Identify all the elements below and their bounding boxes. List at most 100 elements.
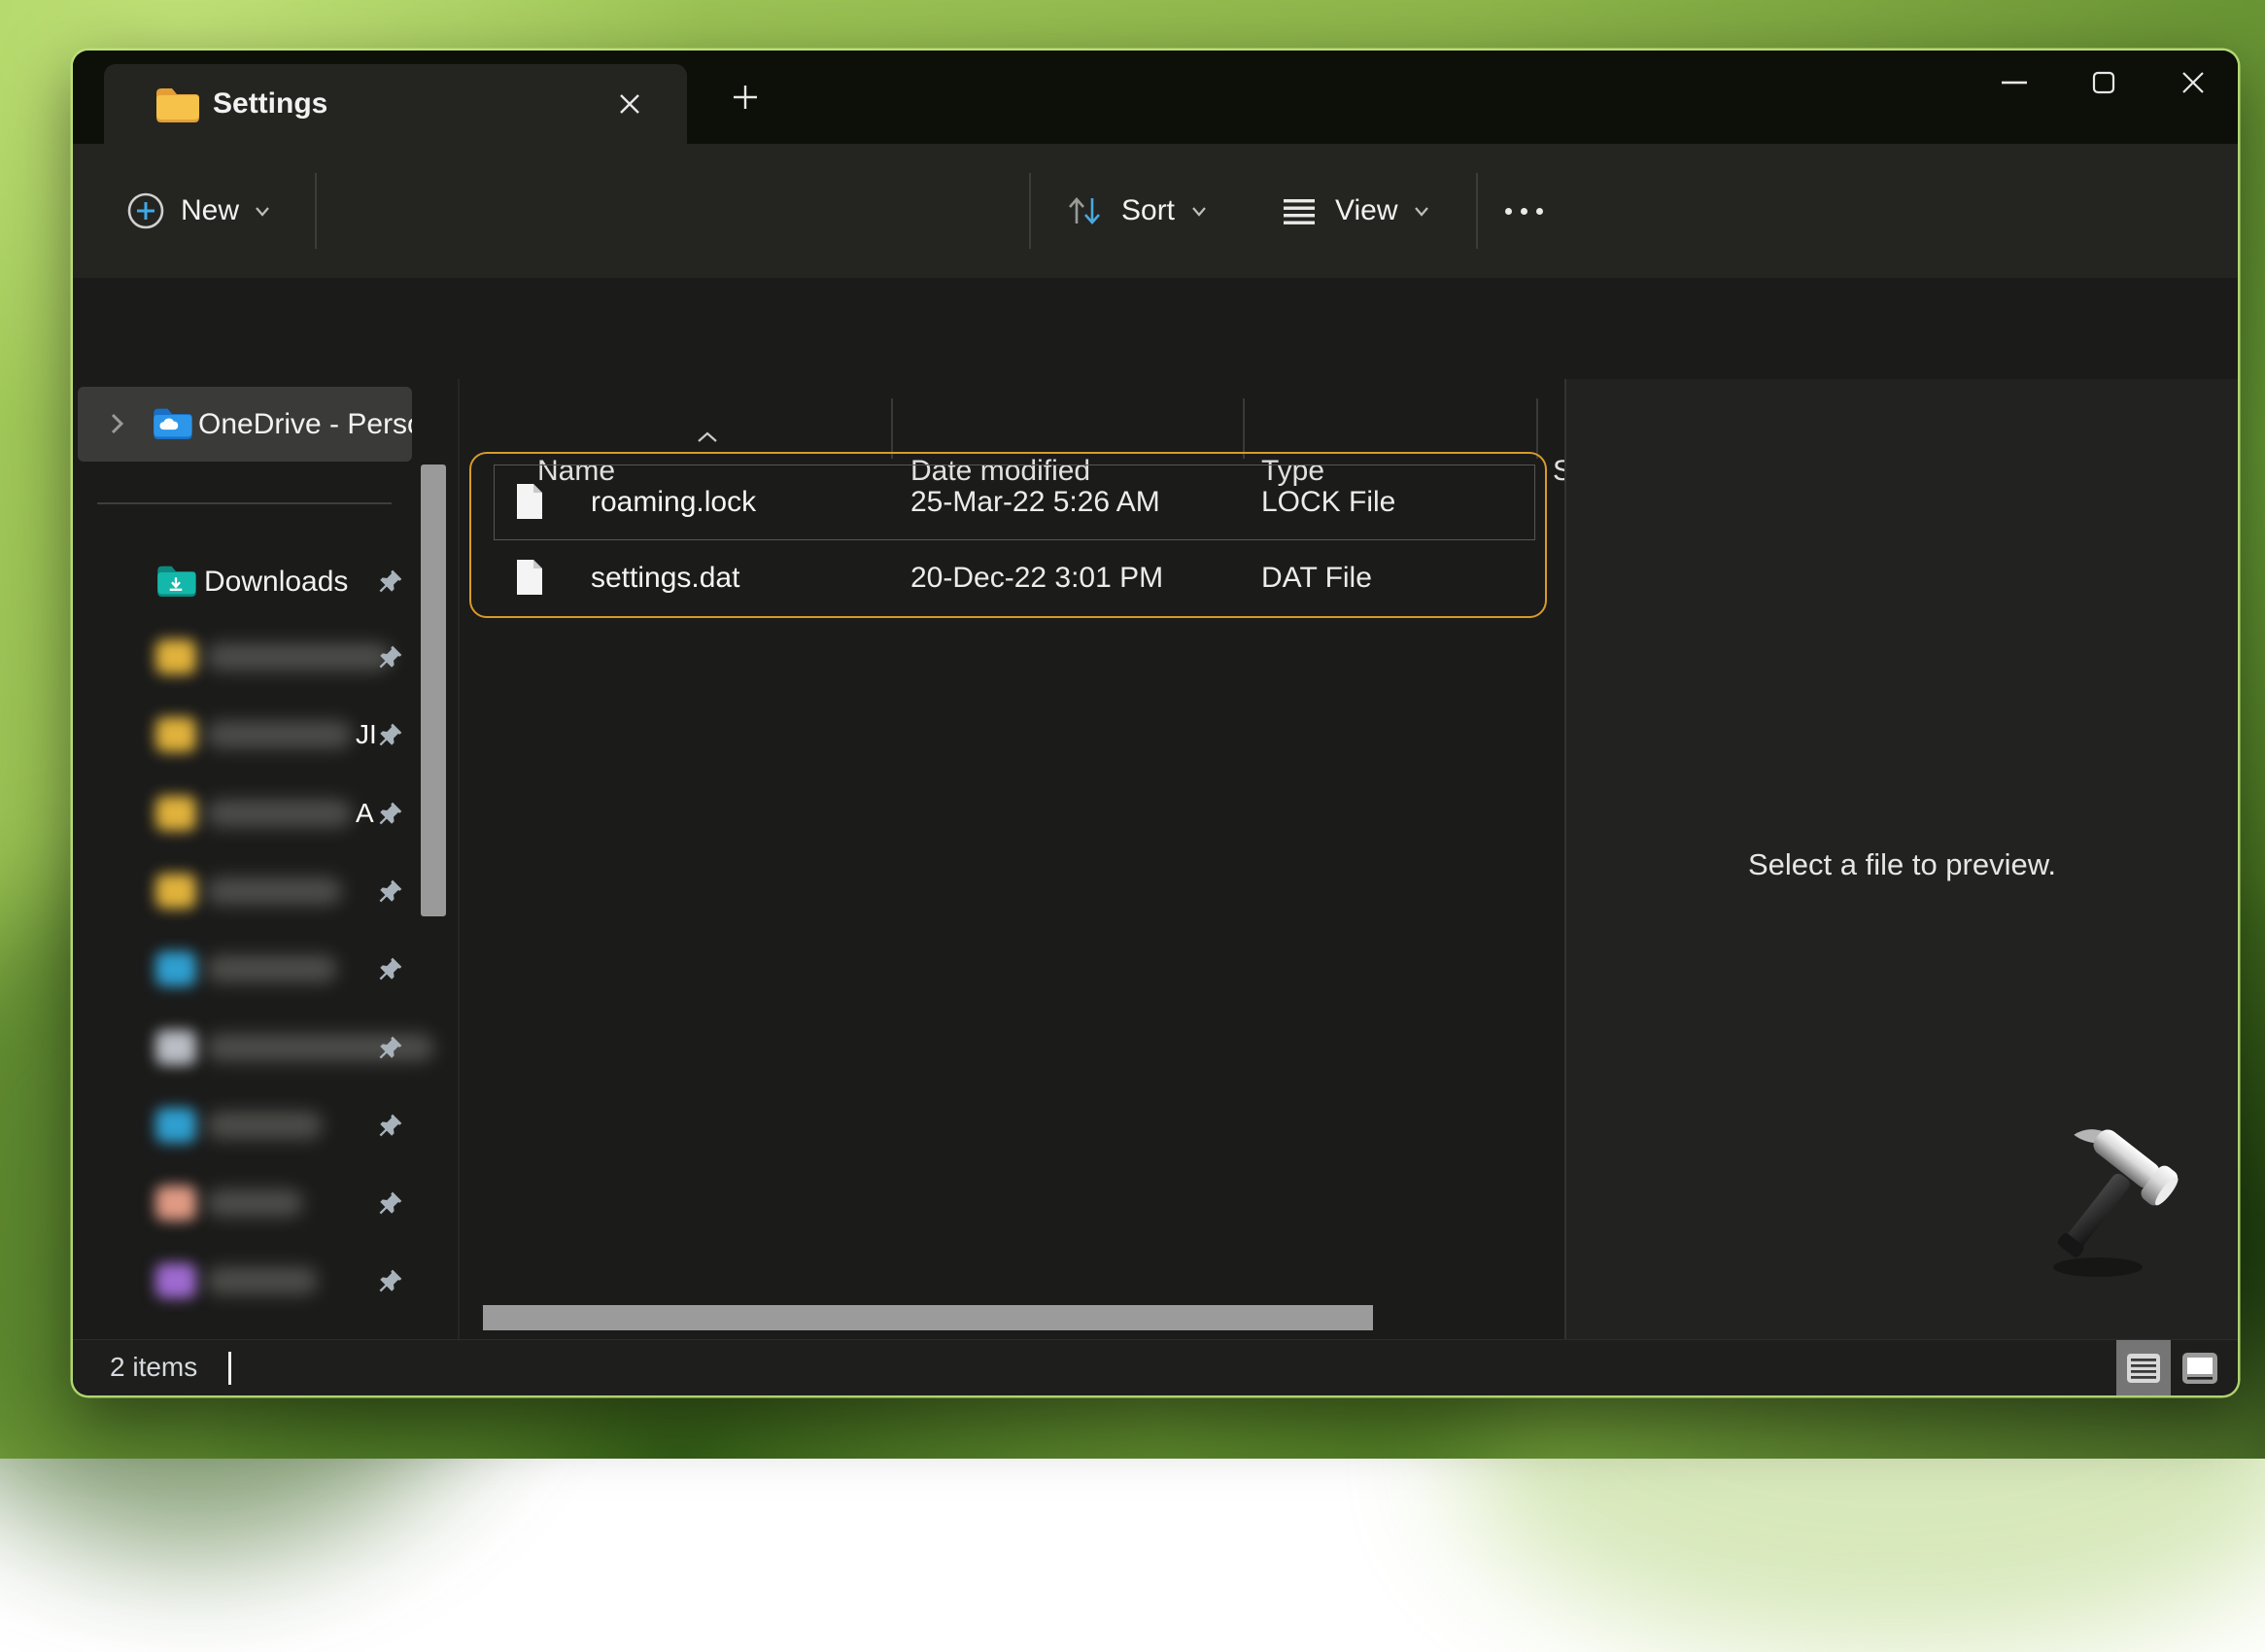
column-separator[interactable] [1536, 398, 1538, 459]
pin-icon [377, 955, 404, 982]
new-tab-button[interactable] [722, 74, 769, 120]
sort-button[interactable]: Sort [1062, 144, 1209, 278]
tab-close-icon[interactable] [604, 82, 655, 126]
redacted-label [206, 1112, 323, 1139]
file-name: settings.dat [591, 562, 739, 595]
thumbnail-view-icon [2180, 1351, 2219, 1386]
item-count: 2 items [110, 1352, 197, 1383]
file-list: Name Date modified Type S roaming.lock 2… [462, 379, 1564, 1339]
sidebar-item-downloads[interactable]: Downloads [78, 554, 437, 610]
redacted-label-suffix: JI [356, 719, 377, 750]
title-bar: Settings [73, 51, 2238, 144]
maximize-button[interactable] [2059, 51, 2148, 115]
redacted-folder-icon [155, 639, 196, 674]
hammer-cursor-graphic [2028, 1121, 2213, 1306]
view-button-label: View [1335, 194, 1397, 227]
sort-icon [1062, 189, 1107, 233]
details-view-icon [2125, 1352, 2162, 1385]
column-header-size[interactable]: S [1553, 455, 1564, 488]
sidebar-item-redacted[interactable]: JI [78, 707, 437, 764]
tab-settings[interactable]: Settings [104, 64, 687, 144]
column-separator[interactable] [1243, 398, 1245, 459]
sidebar-scrollbar[interactable] [421, 465, 446, 916]
pin-icon [377, 568, 404, 595]
more-options-button[interactable] [1505, 144, 1543, 278]
thumbnail-view-button[interactable] [2175, 1340, 2225, 1395]
horizontal-scrollbar[interactable] [483, 1305, 1373, 1330]
view-list-icon [1278, 191, 1321, 230]
file-type: LOCK File [1261, 486, 1395, 519]
navigation-pane: OneDrive - Perso Downloads JI A [73, 379, 462, 1339]
redacted-label [206, 800, 352, 827]
redacted-folder-icon [155, 1030, 196, 1065]
redacted-folder-icon [155, 1108, 196, 1143]
chevron-down-icon [253, 201, 272, 221]
file-type: DAT File [1261, 562, 1372, 595]
plus-circle-icon [124, 189, 167, 232]
sidebar-item-redacted[interactable] [78, 1254, 437, 1310]
pin-icon [377, 1189, 404, 1217]
sidebar-item-label: OneDrive - Perso [198, 408, 412, 441]
close-button[interactable] [2148, 51, 2238, 115]
pin-icon [377, 1267, 404, 1294]
pin-icon [377, 800, 404, 827]
file-explorer-window: Settings New [73, 51, 2238, 1395]
sidebar-item-redacted[interactable]: A [78, 786, 437, 843]
view-button[interactable]: View [1278, 144, 1431, 278]
folder-icon [154, 86, 199, 122]
redacted-label [206, 721, 352, 748]
window-controls [1970, 51, 2238, 119]
explorer-content: OneDrive - Perso Downloads JI A [73, 379, 2238, 1339]
tab-title: Settings [213, 87, 327, 120]
sidebar-item-redacted[interactable] [78, 1098, 437, 1154]
onedrive-folder-icon [152, 406, 192, 439]
sidebar-item-redacted[interactable] [78, 864, 437, 920]
redacted-label [206, 878, 342, 905]
toolbar-divider [315, 173, 317, 249]
navigation-bar: « Microsoft.Windows.ContentDelive... Set… [73, 278, 2238, 379]
redacted-folder-icon [155, 951, 196, 986]
sidebar-item-redacted[interactable] [78, 630, 437, 686]
new-button[interactable]: New [116, 175, 281, 247]
pin-icon [377, 721, 404, 748]
file-row-roaming-lock[interactable]: roaming.lock 25-Mar-22 5:26 AM LOCK File [494, 465, 1535, 540]
sort-ascending-icon[interactable] [695, 430, 720, 445]
pin-icon [377, 643, 404, 671]
chevron-right-icon[interactable] [103, 410, 130, 437]
status-divider [228, 1352, 231, 1385]
file-date-modified: 25-Mar-22 5:26 AM [910, 486, 1160, 519]
pin-icon [377, 878, 404, 905]
redacted-folder-icon [155, 874, 196, 909]
chevron-down-icon [1189, 201, 1209, 221]
pane-separator [458, 379, 460, 1339]
new-button-label: New [181, 194, 239, 227]
file-row-settings-dat[interactable]: settings.dat 20-Dec-22 3:01 PM DAT File [494, 540, 1535, 616]
redacted-folder-icon [155, 796, 196, 831]
redacted-label [206, 955, 337, 982]
sort-button-label: Sort [1121, 194, 1175, 227]
file-date-modified: 20-Dec-22 3:01 PM [910, 562, 1163, 595]
redacted-label-suffix: A [356, 798, 374, 829]
downloads-folder-icon [155, 564, 196, 597]
redacted-folder-icon [155, 1186, 196, 1221]
column-separator[interactable] [891, 398, 893, 459]
redacted-label [206, 643, 391, 671]
sidebar-item-redacted[interactable] [78, 1020, 437, 1077]
sidebar-item-label: Downloads [204, 566, 348, 599]
sidebar-item-onedrive[interactable]: OneDrive - Perso [78, 387, 412, 462]
sidebar-divider [97, 502, 392, 504]
minimize-button[interactable] [1970, 51, 2059, 115]
pin-icon [377, 1112, 404, 1139]
sidebar-item-redacted[interactable] [78, 942, 437, 998]
redacted-label [206, 1189, 303, 1217]
file-icon [515, 558, 544, 597]
sidebar-item-redacted[interactable] [78, 1176, 437, 1232]
command-toolbar: New [73, 144, 2238, 278]
file-name: roaming.lock [591, 486, 756, 519]
toolbar-divider [1476, 173, 1478, 249]
details-view-button[interactable] [2116, 1340, 2171, 1395]
preview-empty-message: Select a file to preview. [1566, 847, 2238, 882]
ellipsis-icon [1505, 208, 1543, 215]
status-bar: 2 items [73, 1339, 2238, 1395]
pin-icon [377, 1034, 404, 1061]
